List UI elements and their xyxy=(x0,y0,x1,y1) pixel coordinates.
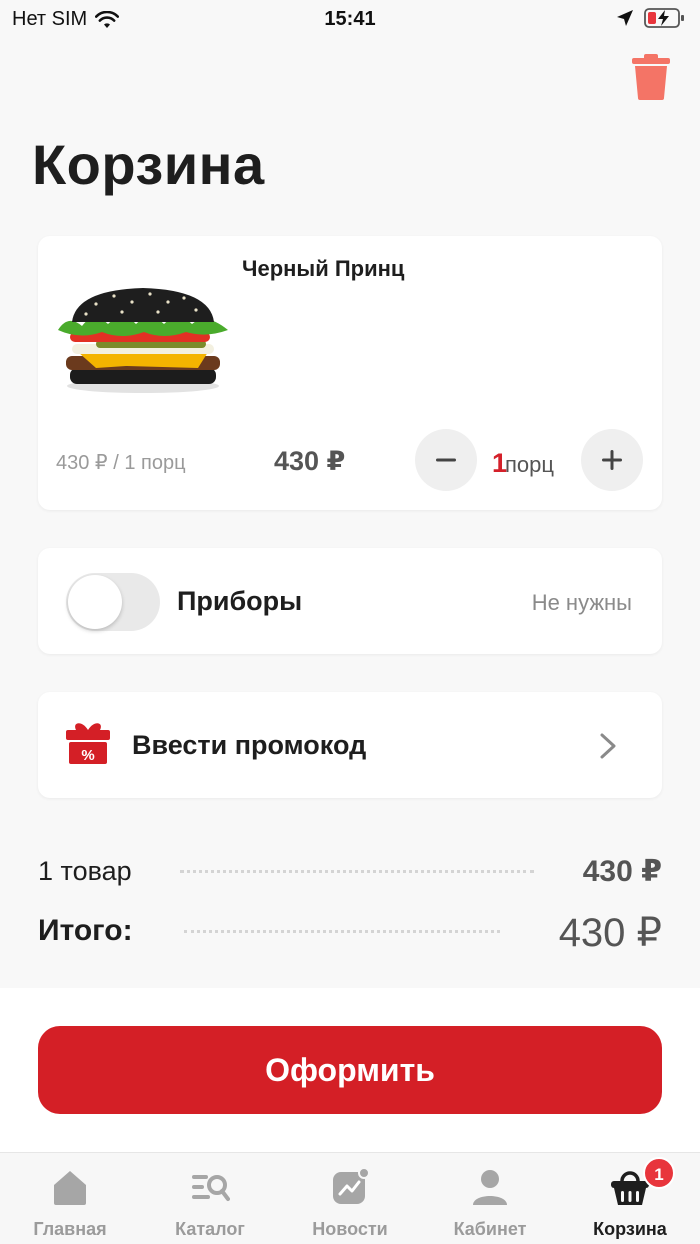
svg-text:%: % xyxy=(81,747,94,764)
tab-label: Корзина xyxy=(593,1219,667,1239)
unit-price: 430 ₽ / 1 порц xyxy=(56,452,186,474)
status-bar: Нет SIM 15:41 xyxy=(0,0,700,40)
location-arrow-icon xyxy=(617,10,633,26)
checkout-button[interactable]: Оформить xyxy=(38,1026,662,1114)
items-count-label: 1 товар xyxy=(38,856,132,886)
total-value: 430 ₽ xyxy=(558,911,662,955)
promo-code-label: Ввести промокод xyxy=(132,730,367,760)
tab-label: Каталог xyxy=(175,1219,245,1239)
tab-news[interactable]: Новости xyxy=(280,1153,420,1244)
trash-icon[interactable] xyxy=(632,54,670,100)
line-total: 430 ₽ xyxy=(274,446,346,476)
news-icon xyxy=(333,1167,370,1204)
toggle-knob xyxy=(68,575,122,629)
product-name: Черный Принц xyxy=(242,256,405,281)
increase-quantity-button[interactable] xyxy=(581,429,643,491)
page-title: Корзина xyxy=(32,133,265,196)
items-count-row: 1 товар 430 ₽ xyxy=(38,852,662,902)
cutlery-label: Приборы xyxy=(177,586,303,616)
cutlery-toggle[interactable] xyxy=(66,573,160,631)
total-label: Итого: xyxy=(38,914,133,947)
cutlery-card: Приборы Не нужны xyxy=(38,548,662,654)
chevron-right-icon xyxy=(600,733,616,759)
minus-icon xyxy=(436,458,456,462)
tab-bar: Главная Каталог Новости Кабинет Корзина xyxy=(0,1152,700,1244)
tab-home[interactable]: Главная xyxy=(0,1153,140,1244)
battery-charging-icon xyxy=(644,8,684,28)
user-icon xyxy=(473,1170,507,1205)
cart-item-card: Черный Принц 430 ₽ / 1 порц 430 ₽ 1 порц xyxy=(38,236,662,510)
product-image[interactable] xyxy=(56,286,230,396)
tab-cart[interactable]: Корзина xyxy=(560,1153,700,1244)
quantity-unit: порц xyxy=(505,452,554,477)
tab-account[interactable]: Кабинет xyxy=(420,1153,560,1244)
home-icon xyxy=(54,1171,86,1205)
gift-icon: % xyxy=(66,723,110,764)
tab-label: Главная xyxy=(33,1219,107,1239)
clock: 15:41 xyxy=(324,8,376,30)
cutlery-value: Не нужны xyxy=(531,590,632,615)
decrease-quantity-button[interactable] xyxy=(415,429,477,491)
cart-count-badge: 1 xyxy=(643,1157,675,1189)
plus-icon xyxy=(602,450,622,470)
tab-catalog[interactable]: Каталог xyxy=(140,1153,280,1244)
total-row: Итого: 430 ₽ xyxy=(38,906,662,956)
promo-code-card[interactable]: % Ввести промокод xyxy=(38,692,662,798)
tab-label: Новости xyxy=(312,1219,388,1239)
catalog-search-icon xyxy=(192,1175,230,1201)
dotted-leader xyxy=(180,870,534,873)
checkout-area: Оформить xyxy=(0,988,700,1152)
dotted-leader xyxy=(184,930,500,933)
items-subtotal: 430 ₽ xyxy=(582,855,662,888)
tab-label: Кабинет xyxy=(453,1219,527,1239)
status-icons xyxy=(616,8,686,28)
